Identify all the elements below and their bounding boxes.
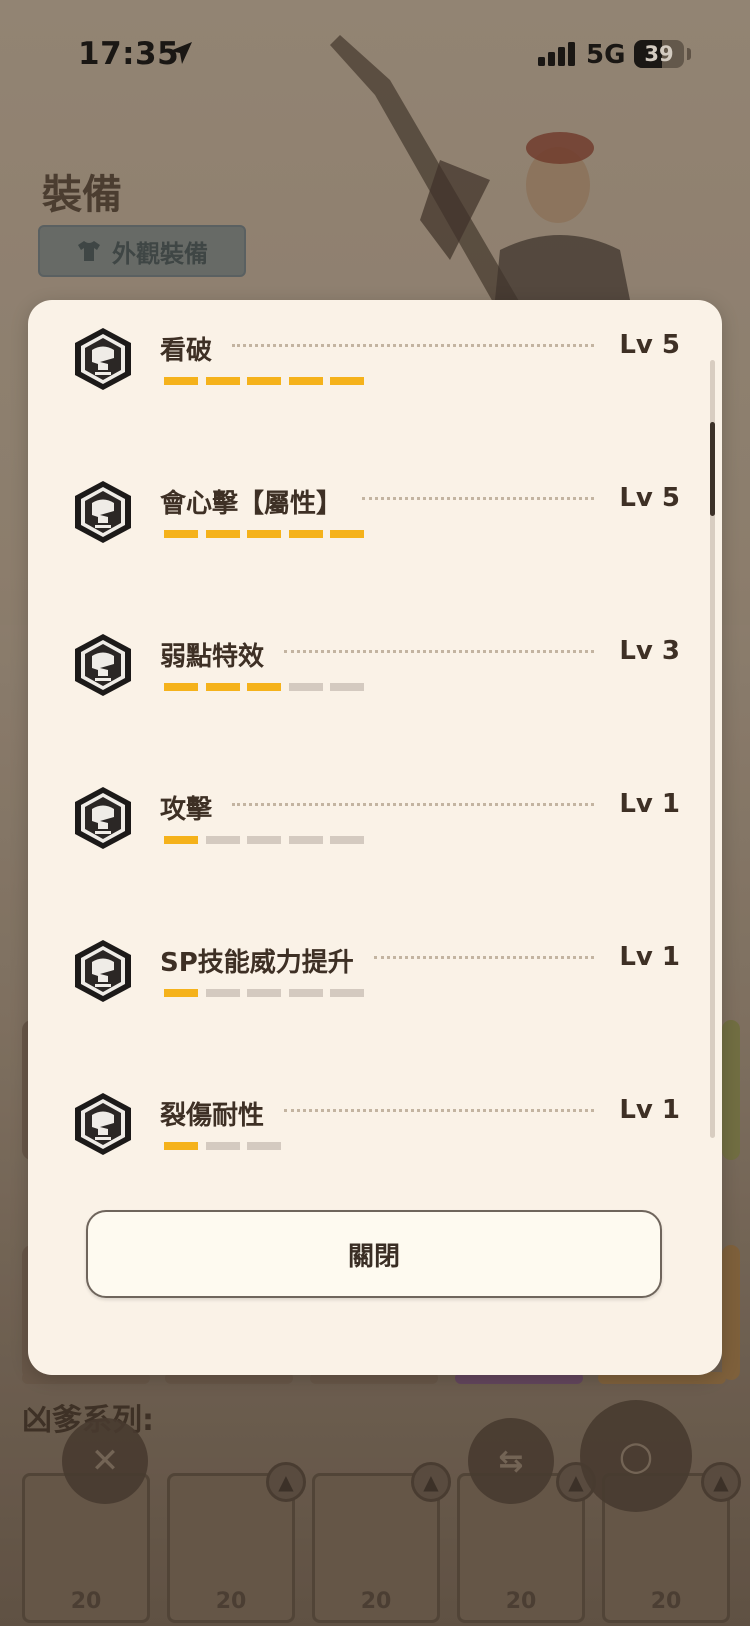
skill-row: SP技能威力提升 Lv 1 xyxy=(28,912,722,1032)
dotted-leader xyxy=(284,1109,594,1112)
level-bar-filled xyxy=(330,530,364,538)
level-bar-empty xyxy=(247,836,281,844)
dotted-leader xyxy=(232,344,594,347)
skill-level: Lv 3 xyxy=(619,636,680,666)
hex-skill-icon xyxy=(75,1093,131,1155)
skill-level: Lv 5 xyxy=(619,483,680,513)
level-bar-empty xyxy=(288,989,323,997)
skill-name: 看破 xyxy=(160,336,213,366)
level-bar-empty xyxy=(330,683,364,691)
hex-skill-icon xyxy=(75,481,131,543)
level-bar-filled xyxy=(205,377,240,385)
dotted-leader xyxy=(374,956,594,959)
skill-name: 會心擊【屬性】 xyxy=(160,489,343,519)
level-bar-filled xyxy=(247,683,281,691)
hex-skill-icon xyxy=(75,787,131,849)
level-bar-filled xyxy=(288,377,323,385)
dotted-leader xyxy=(232,803,594,806)
level-bar-empty xyxy=(247,1142,281,1150)
level-bar-empty xyxy=(247,989,281,997)
skill-row: 裂傷耐性 Lv 1 xyxy=(28,1065,722,1160)
level-bar-filled xyxy=(164,683,198,691)
level-bar-filled xyxy=(330,377,364,385)
hex-skill-icon xyxy=(75,634,131,696)
level-bar-filled xyxy=(164,989,198,997)
level-bar-filled xyxy=(205,530,240,538)
level-bar-filled xyxy=(247,377,281,385)
level-bar-filled xyxy=(288,530,323,538)
skill-level: Lv 1 xyxy=(619,789,680,819)
skill-level: Lv 5 xyxy=(619,330,680,360)
close-button[interactable]: 關閉 xyxy=(86,1210,662,1298)
skill-level: Lv 1 xyxy=(619,942,680,972)
level-bar-empty xyxy=(330,989,364,997)
level-bar-filled xyxy=(247,530,281,538)
skill-row: 會心擊【屬性】 Lv 5 xyxy=(28,453,722,573)
dotted-leader xyxy=(362,497,594,500)
skill-list[interactable]: 看破 Lv 5 會心擊【屬性】 Lv 5 弱點特效 Lv 3 攻擊 Lv 1 SP技能威力提升 L… xyxy=(28,300,722,1160)
hex-skill-icon xyxy=(75,328,131,390)
level-bar-filled xyxy=(205,683,240,691)
level-bar-filled xyxy=(164,530,198,538)
level-bar-empty xyxy=(205,836,240,844)
level-bar-empty xyxy=(205,989,240,997)
dotted-leader xyxy=(284,650,594,653)
hex-skill-icon xyxy=(75,940,131,1002)
level-bar-empty xyxy=(205,1142,240,1150)
level-bar-empty xyxy=(288,683,323,691)
skill-level: Lv 1 xyxy=(619,1095,680,1125)
skill-name: SP技能威力提升 xyxy=(160,948,354,978)
skill-row: 看破 Lv 5 xyxy=(28,300,722,420)
level-bar-filled xyxy=(164,836,198,844)
skill-name: 攻擊 xyxy=(160,795,213,825)
level-bar-empty xyxy=(288,836,323,844)
level-bar-filled xyxy=(164,377,198,385)
skill-name: 裂傷耐性 xyxy=(160,1101,265,1131)
skill-name: 弱點特效 xyxy=(160,642,265,672)
skill-modal: 看破 Lv 5 會心擊【屬性】 Lv 5 弱點特效 Lv 3 攻擊 Lv 1 SP技能威力提升 L… xyxy=(28,300,722,1375)
skill-row: 攻擊 Lv 1 xyxy=(28,759,722,879)
skill-row: 弱點特效 Lv 3 xyxy=(28,606,722,726)
scrollbar-thumb[interactable] xyxy=(710,422,715,516)
level-bar-empty xyxy=(330,836,364,844)
level-bar-filled xyxy=(164,1142,198,1150)
